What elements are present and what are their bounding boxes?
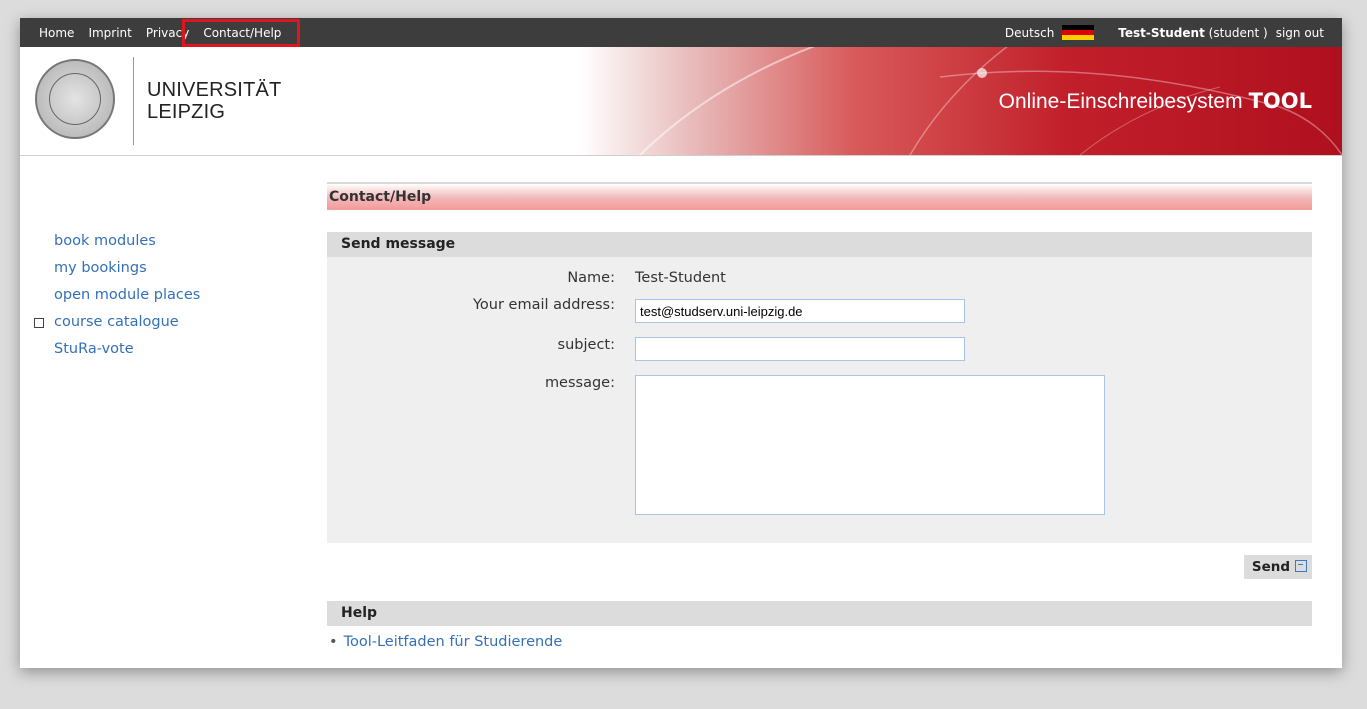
language-switch-link[interactable]: Deutsch [1005, 26, 1054, 40]
logo-divider [133, 57, 134, 145]
university-name-line2: LEIPZIG [147, 101, 226, 123]
help-guide-link-label: Tool-Leitfaden für Studierende [343, 634, 563, 650]
top-navigation-bar: Home Imprint Privacy Contact/Help Deutsc… [20, 18, 1342, 47]
subject-field[interactable] [635, 337, 965, 361]
system-title: Online-Einschreibesystem TOOL [999, 89, 1312, 114]
university-name-line1: UNIVERSITÄT [147, 79, 282, 101]
contact-form: Name: Test-Student Your email address: s… [327, 257, 1312, 543]
name-value: Test-Student [635, 270, 726, 286]
sidebar-menu: book modules my bookings open module pla… [34, 228, 200, 363]
sidebar-item-stura-vote[interactable]: StuRa-vote [34, 336, 200, 363]
page-title: Contact/Help [327, 182, 1312, 210]
send-row: Send [327, 543, 1312, 597]
sidebar-item-open-module-places[interactable]: open module places [34, 282, 200, 309]
sidebar-item-label: book modules [54, 233, 156, 249]
nav-imprint-link[interactable]: Imprint [88, 26, 131, 40]
main-content: Contact/Help Send message Name: Test-Stu… [327, 182, 1312, 650]
sidebar-item-label: StuRa-vote [54, 341, 134, 357]
university-name[interactable]: UNIVERSITÄT LEIPZIG [147, 79, 281, 123]
main-nav: Home Imprint Privacy Contact/Help [39, 18, 301, 47]
german-flag-icon[interactable] [1062, 24, 1095, 41]
sidebar-item-label: my bookings [54, 260, 147, 276]
bullet-icon: • [329, 634, 338, 650]
current-user: Test-Student (student ) [1118, 26, 1267, 40]
browser-page: Home Imprint Privacy Contact/Help Deutsc… [20, 18, 1342, 668]
message-label: message: [544, 375, 615, 391]
send-message-heading: Send message [327, 232, 1312, 257]
nav-home-link[interactable]: Home [39, 26, 74, 40]
sign-out-link[interactable]: sign out [1276, 26, 1324, 40]
nav-privacy-link[interactable]: Privacy [146, 26, 189, 40]
user-role: (student ) [1208, 25, 1268, 40]
sidebar-item-book-modules[interactable]: book modules [34, 228, 200, 255]
email-label: Your email address: [472, 297, 615, 313]
name-label: Name: [567, 270, 615, 286]
help-guide-link[interactable]: • Tool-Leitfaden für Studierende [327, 634, 1312, 650]
system-brand: TOOL [1248, 89, 1312, 113]
system-name: Online-Einschreibesystem [998, 90, 1243, 113]
send-button[interactable]: Send [1243, 555, 1312, 579]
help-section: Help • Tool-Leitfaden für Studierende [327, 601, 1312, 650]
sidebar-item-my-bookings[interactable]: my bookings [34, 255, 200, 282]
university-seal-logo[interactable] [35, 59, 115, 139]
nav-contact-help-link[interactable]: Contact/Help [182, 18, 301, 47]
subject-label: subject: [557, 337, 615, 353]
sidebar-item-course-catalogue[interactable]: course catalogue [34, 309, 200, 336]
floppy-disk-icon [1295, 560, 1307, 572]
external-box-icon [34, 318, 44, 328]
sidebar-item-label: course catalogue [54, 314, 179, 330]
sidebar-item-label: open module places [54, 287, 201, 303]
user-area: Deutsch Test-Student (student ) sign out [1005, 18, 1324, 47]
send-button-label: Send [1251, 559, 1290, 575]
header-banner: UNIVERSITÄT LEIPZIG Online-Einschreibesy… [20, 47, 1342, 156]
help-heading: Help [327, 601, 1312, 626]
message-textarea[interactable] [635, 375, 1105, 515]
email-field[interactable] [635, 299, 965, 323]
user-name: Test-Student [1118, 25, 1205, 40]
